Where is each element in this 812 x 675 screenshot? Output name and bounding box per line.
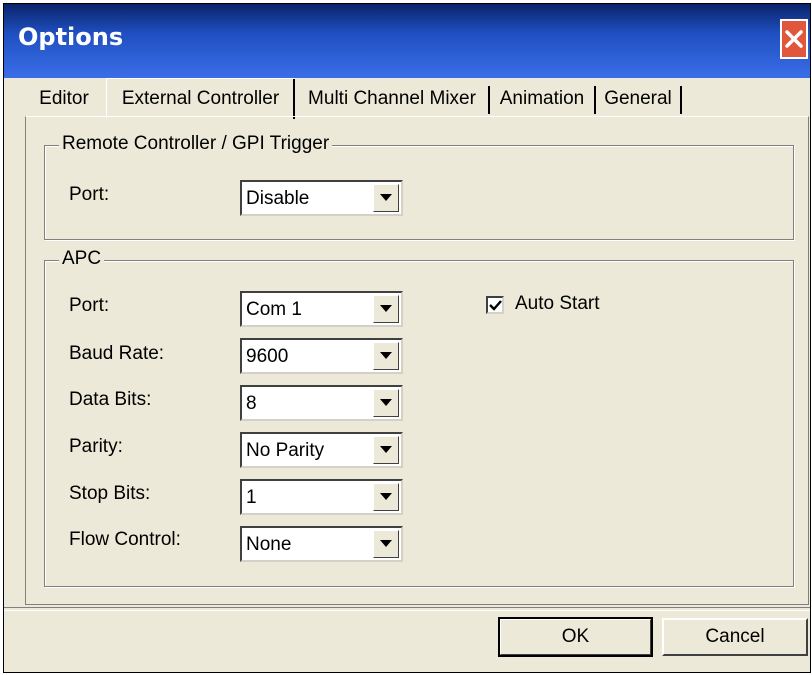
- data-bits-select[interactable]: 8: [240, 385, 403, 421]
- flow-control-select[interactable]: None: [240, 526, 403, 562]
- dropdown-button[interactable]: [373, 342, 399, 370]
- dropdown-button[interactable]: [373, 184, 399, 212]
- chevron-down-icon: [380, 446, 392, 453]
- apc-group: APC Port: Com 1 Baud Rate: 9600 Data Bit…: [44, 248, 794, 587]
- stop-bits-select[interactable]: 1: [240, 479, 403, 515]
- tab-label: Animation: [499, 87, 585, 109]
- select-value: 9600: [246, 346, 289, 367]
- baud-rate-select[interactable]: 9600: [240, 338, 403, 374]
- select-value: 1: [246, 487, 257, 508]
- dropdown-button[interactable]: [373, 436, 399, 464]
- separator: [4, 607, 810, 611]
- dropdown-button[interactable]: [373, 295, 399, 323]
- auto-start-label[interactable]: Auto Start: [515, 293, 600, 315]
- tab-external-controller[interactable]: External Controller: [106, 78, 295, 119]
- select-value: Com 1: [246, 299, 302, 320]
- chevron-down-icon: [380, 540, 392, 547]
- tab-separator: [680, 86, 682, 114]
- button-label: OK: [561, 626, 590, 647]
- select-value: 8: [246, 393, 257, 414]
- dropdown-button[interactable]: [373, 389, 399, 417]
- window-title: Options: [18, 23, 124, 51]
- close-icon: [785, 30, 803, 48]
- checkmark-icon: [488, 299, 502, 311]
- chevron-down-icon: [380, 399, 392, 406]
- tab-panel: Remote Controller / GPI Trigger Port: Di…: [25, 116, 809, 605]
- remote-controller-group: Remote Controller / GPI Trigger Port: Di…: [44, 133, 794, 240]
- apc-port-label: Port:: [69, 295, 110, 316]
- title-bar[interactable]: Options: [4, 4, 810, 78]
- parity-select[interactable]: No Parity: [240, 432, 403, 468]
- chevron-down-icon: [380, 194, 392, 201]
- select-value: Disable: [246, 188, 310, 209]
- tab-editor[interactable]: Editor: [26, 82, 102, 115]
- dropdown-button[interactable]: [373, 530, 399, 558]
- data-bits-label: Data Bits:: [69, 389, 152, 410]
- stop-bits-label: Stop Bits:: [69, 483, 151, 504]
- apc-port-select[interactable]: Com 1: [240, 291, 403, 327]
- tab-general[interactable]: General: [596, 82, 682, 115]
- button-label: Cancel: [705, 626, 765, 647]
- chevron-down-icon: [380, 305, 392, 312]
- cancel-button[interactable]: Cancel: [662, 618, 808, 656]
- select-value: No Parity: [246, 440, 325, 461]
- tab-label: Editor: [39, 87, 89, 109]
- remote-port-select[interactable]: Disable: [240, 180, 403, 216]
- group-legend: Remote Controller / GPI Trigger: [59, 133, 333, 155]
- tab-label: Multi Channel Mixer: [308, 87, 476, 109]
- auto-start-checkbox[interactable]: [486, 296, 504, 314]
- tab-label: General: [604, 87, 672, 109]
- port-label: Port:: [69, 184, 110, 205]
- options-dialog: Options Editor External Controller Multi…: [3, 3, 811, 673]
- tab-multi-channel-mixer[interactable]: Multi Channel Mixer: [296, 82, 490, 115]
- tab-label: External Controller: [121, 87, 280, 109]
- select-value: None: [246, 534, 292, 555]
- tab-animation[interactable]: Animation: [490, 82, 596, 115]
- baud-rate-label: Baud Rate:: [69, 343, 165, 364]
- close-button[interactable]: [780, 19, 808, 59]
- ok-button[interactable]: OK: [498, 617, 653, 657]
- chevron-down-icon: [380, 352, 392, 359]
- flow-control-label: Flow Control:: [69, 529, 181, 550]
- chevron-down-icon: [380, 493, 392, 500]
- group-legend: APC: [59, 248, 105, 270]
- parity-label: Parity:: [69, 436, 123, 457]
- dropdown-button[interactable]: [373, 483, 399, 511]
